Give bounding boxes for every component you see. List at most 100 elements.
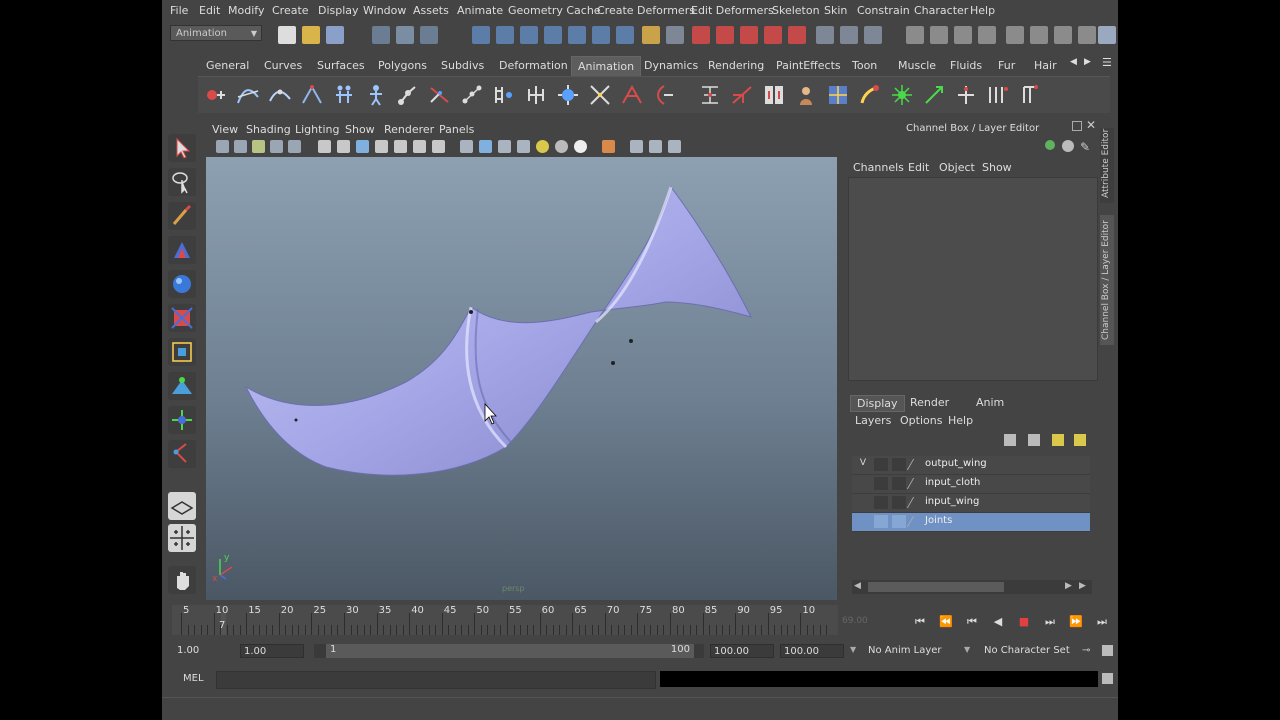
- layer-playback-toggle[interactable]: [874, 477, 888, 490]
- snap-to-point-icon[interactable]: [520, 26, 538, 44]
- grid-icon[interactable]: [318, 140, 331, 153]
- layout-two-icon[interactable]: [954, 26, 972, 44]
- anim-layer-dropdown[interactable]: No Anim Layer: [868, 645, 942, 656]
- layer-menu-options[interactable]: Options: [900, 414, 942, 427]
- shelf-tab-toon[interactable]: Toon: [852, 59, 877, 72]
- shelf-tab-deformation[interactable]: Deformation: [499, 59, 568, 72]
- smooth-shade-icon[interactable]: [479, 140, 492, 153]
- new-layer-icon[interactable]: [1052, 434, 1064, 446]
- panel-menu-show[interactable]: Show: [345, 123, 375, 136]
- shelf-tab-general[interactable]: General: [206, 59, 249, 72]
- dope-sheet-icon[interactable]: [268, 83, 292, 107]
- snap-to-curve-icon[interactable]: [496, 26, 514, 44]
- playback-end-field[interactable]: 100.00: [710, 644, 774, 658]
- channel-box-toggle-icon[interactable]: [1098, 26, 1116, 44]
- current-time-field[interactable]: 69.00: [842, 616, 868, 626]
- mode-selector-dropdown[interactable]: Animation ▼: [170, 25, 262, 41]
- shadows-icon[interactable]: [555, 140, 568, 153]
- menu-modify[interactable]: Modify: [228, 4, 264, 17]
- aim-constraint-icon[interactable]: [652, 83, 676, 107]
- layer-row-input-wing[interactable]: input_wing: [852, 494, 1090, 513]
- layout-single-icon[interactable]: [906, 26, 924, 44]
- layer-color-swatch[interactable]: [906, 478, 925, 489]
- scale-tool-button[interactable]: [168, 304, 196, 332]
- shelf-menu-icon[interactable]: ☰: [1102, 56, 1112, 69]
- joint-tool-icon[interactable]: [396, 83, 420, 107]
- ipr-render-icon[interactable]: [716, 26, 734, 44]
- layer-row-joints[interactable]: Joints: [852, 513, 1090, 532]
- wing-mesh[interactable]: [244, 185, 752, 476]
- menu-help[interactable]: Help: [970, 4, 995, 17]
- layer-display-type-toggle[interactable]: [892, 458, 906, 471]
- layer-tab-render[interactable]: Render: [904, 395, 955, 410]
- channel-box-menu-channels[interactable]: Channels: [853, 161, 904, 174]
- orient-joint-icon[interactable]: [556, 83, 580, 107]
- scroll-left-icon[interactable]: ◀: [854, 581, 861, 591]
- pole-vector-constraint-icon[interactable]: [794, 83, 818, 107]
- select-by-hierarchy-icon[interactable]: [372, 26, 390, 44]
- key-icon[interactable]: ⊸: [1082, 645, 1090, 656]
- universal-manipulator-button[interactable]: [168, 338, 196, 366]
- joint-point[interactable]: [294, 418, 298, 422]
- select-by-object-type-icon[interactable]: [396, 26, 414, 44]
- output-ops-icon[interactable]: [666, 26, 684, 44]
- step-back-key-icon[interactable]: ⏮: [964, 615, 980, 629]
- shelf-tab-subdivs[interactable]: Subdivs: [441, 59, 484, 72]
- mel-command-input[interactable]: [216, 671, 656, 689]
- layer-color-swatch[interactable]: [906, 516, 925, 527]
- help-line-icon[interactable]: [616, 26, 634, 44]
- move-layer-down-icon[interactable]: [1028, 434, 1040, 446]
- select-tool-button[interactable]: [168, 134, 196, 162]
- panel-menu-renderer[interactable]: Renderer: [384, 123, 434, 136]
- toggle-channel-box-icon[interactable]: [1054, 26, 1072, 44]
- channel-box-options-icon[interactable]: [1062, 140, 1074, 152]
- menu-create[interactable]: Create: [272, 4, 309, 17]
- side-tab-channel-box[interactable]: Channel Box / Layer Editor: [1100, 215, 1114, 345]
- layer-menu-layers[interactable]: Layers: [855, 414, 891, 427]
- ik-handle-icon[interactable]: [428, 83, 452, 107]
- mirror-joint-icon[interactable]: [524, 83, 548, 107]
- layout-outliner-icon[interactable]: [978, 26, 996, 44]
- layer-color-swatch[interactable]: [906, 497, 925, 508]
- input-line-icon[interactable]: [816, 26, 834, 44]
- move-layer-up-icon[interactable]: [1004, 434, 1016, 446]
- soft-modification-button[interactable]: [168, 372, 196, 400]
- scroll-end-icon[interactable]: ▶: [1079, 581, 1086, 591]
- shelf-tab-surfaces[interactable]: Surfaces: [317, 59, 365, 72]
- history-icon[interactable]: [592, 26, 610, 44]
- menu-constrain[interactable]: Constrain: [857, 4, 910, 17]
- input-ops-icon[interactable]: [642, 26, 660, 44]
- close-panel-icon[interactable]: ✕: [1086, 118, 1096, 132]
- menu-character[interactable]: Character: [914, 4, 968, 17]
- hypergraph-layout-button[interactable]: [168, 566, 196, 594]
- channel-box-brush-icon[interactable]: ✎: [1080, 140, 1090, 154]
- channel-box-menu-show[interactable]: Show: [982, 161, 1012, 174]
- go-to-end-icon[interactable]: ⏭: [1094, 615, 1110, 629]
- snap-to-grid-icon[interactable]: [472, 26, 490, 44]
- layer-visibility-toggle[interactable]: [856, 496, 870, 509]
- select-by-component-icon[interactable]: [420, 26, 438, 44]
- layer-visibility-toggle[interactable]: [856, 477, 870, 490]
- new-layer-from-selected-icon[interactable]: [1074, 434, 1086, 446]
- joint-point[interactable]: [469, 310, 473, 314]
- layer-horizontal-scrollbar[interactable]: ◀ ▶ ▶: [852, 580, 1092, 594]
- layer-display-type-toggle[interactable]: [892, 515, 906, 528]
- path-animation-icon[interactable]: [300, 83, 324, 107]
- layout-four-icon[interactable]: [930, 26, 948, 44]
- shelf-scroll-right-icon[interactable]: ▶: [1084, 57, 1091, 67]
- menu-assets[interactable]: Assets: [413, 4, 449, 17]
- toggle-layer-editor-icon[interactable]: [1078, 26, 1096, 44]
- channel-box-green-icon[interactable]: [1045, 140, 1055, 150]
- time-slider[interactable]: 7 5 10 15 20 25 30 35 40 45 50 55 60 65 70 75 80 85 90 95 1…: [172, 605, 838, 635]
- character-set-dropdown[interactable]: No Character Set: [984, 645, 1070, 656]
- open-scene-icon[interactable]: [302, 26, 320, 44]
- float-panel-icon[interactable]: [1072, 121, 1082, 131]
- mel-label[interactable]: MEL: [183, 673, 204, 684]
- layer-display-type-toggle[interactable]: [892, 496, 906, 509]
- orient-constraint-icon[interactable]: [698, 83, 722, 107]
- use-all-lights-icon[interactable]: [536, 140, 549, 153]
- insert-joint-icon[interactable]: [492, 83, 516, 107]
- shelf-tab-curves[interactable]: Curves: [264, 59, 302, 72]
- make-live-icon[interactable]: [568, 26, 586, 44]
- graph-editor-icon[interactable]: [236, 83, 260, 107]
